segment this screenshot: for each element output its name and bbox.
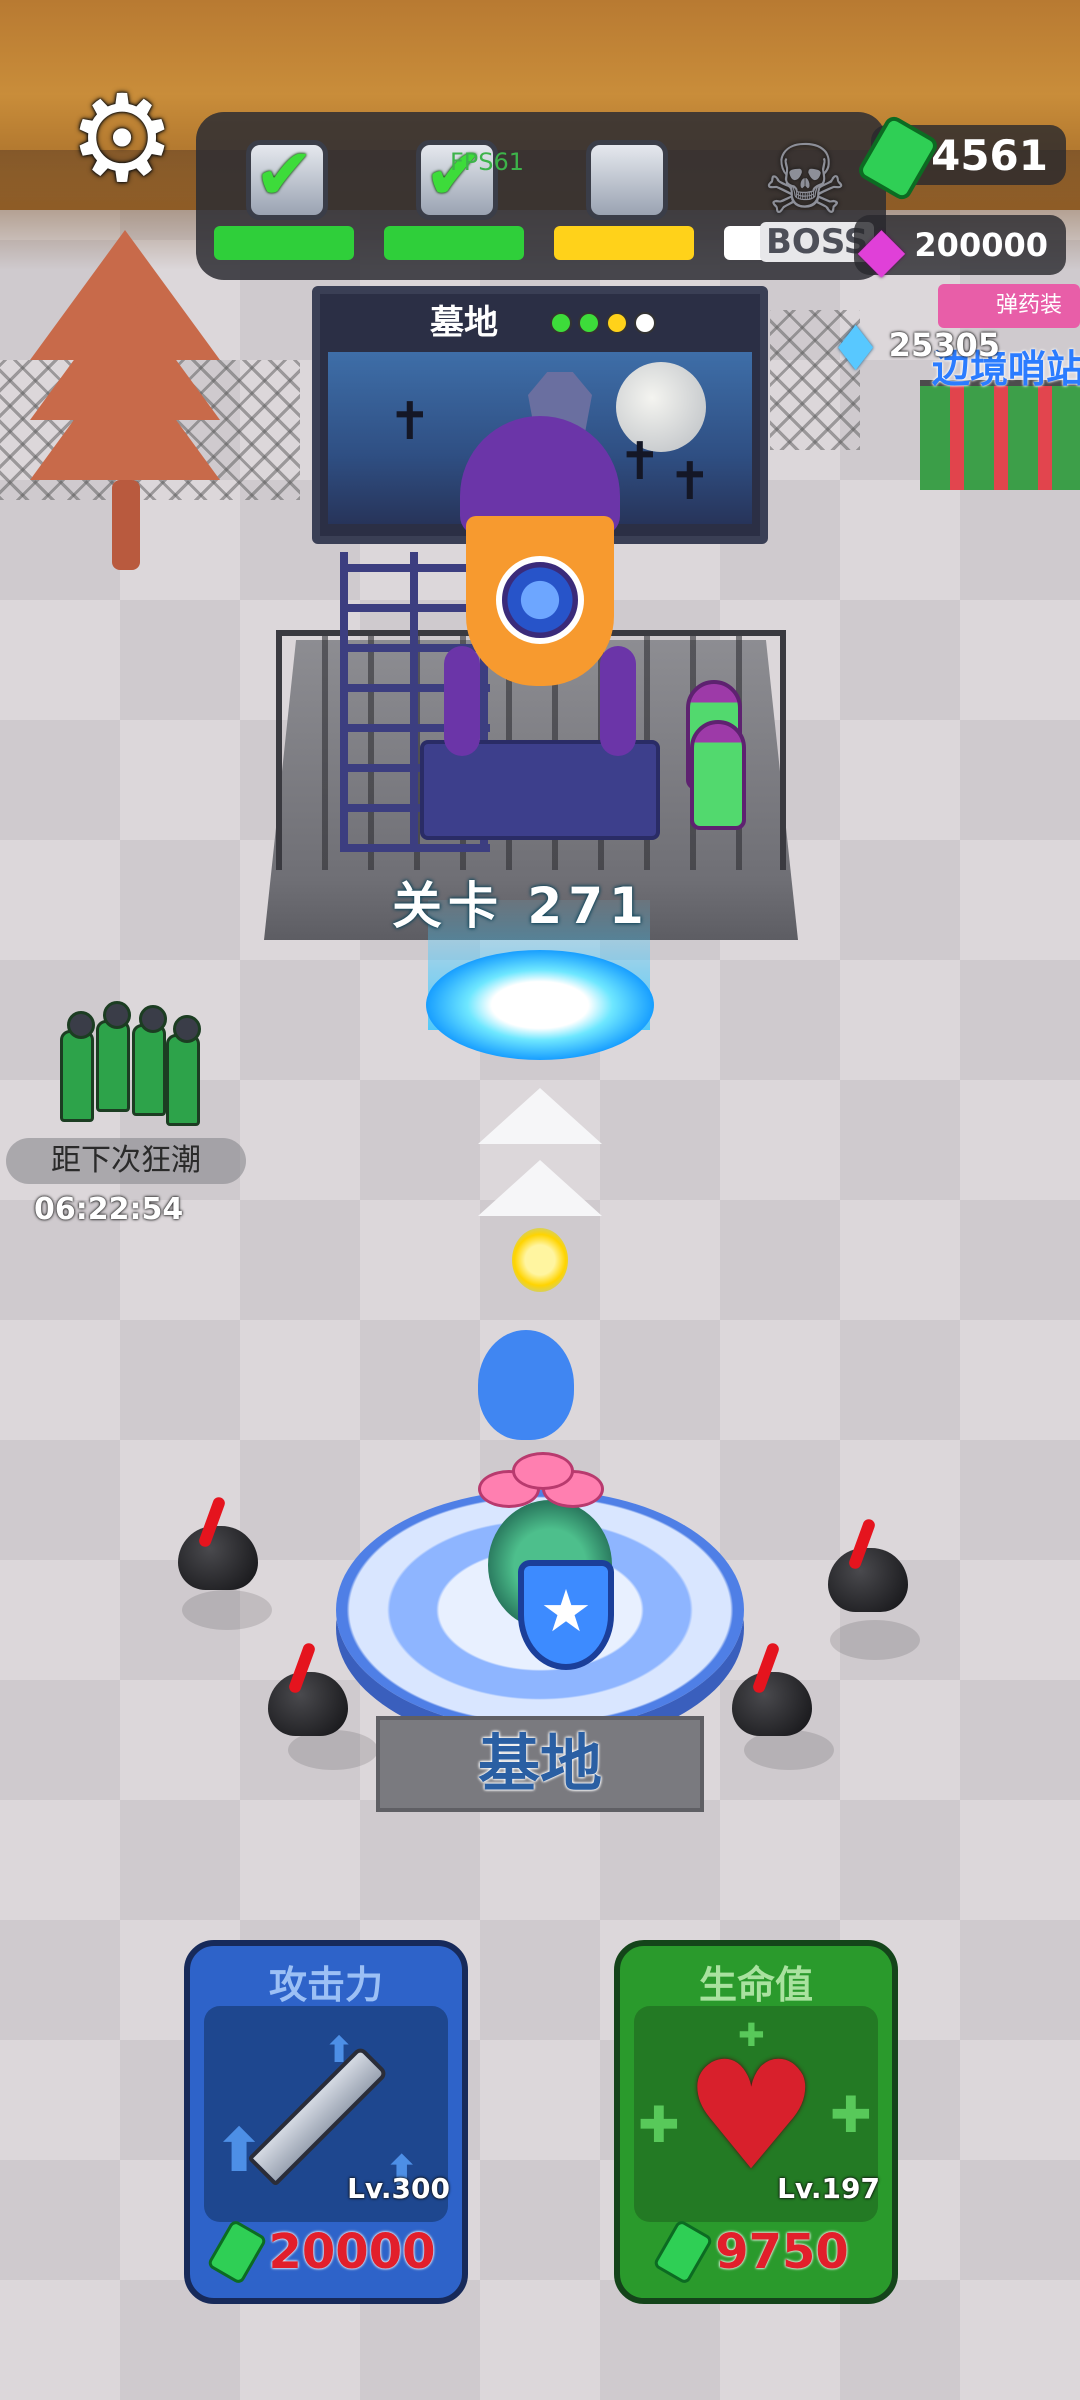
cash-icon (205, 2218, 268, 2286)
shield-icon: ★ (518, 1560, 614, 1670)
cash-counter: 4561 (855, 113, 1066, 203)
cross-icon: ✝ (388, 392, 432, 452)
gem-value: 200000 (914, 226, 1048, 264)
turret-shadow (182, 1590, 272, 1630)
crystal-value: 25305 (888, 326, 1000, 364)
blue-flame (478, 1330, 574, 1440)
turret-shadow (830, 1620, 920, 1660)
turret[interactable] (268, 1672, 348, 1736)
tree (30, 230, 220, 570)
path-arrow-icon (478, 1088, 602, 1144)
rocket-fin (600, 646, 636, 756)
cross-icon: ✝ (618, 432, 662, 492)
health-upgrade-card[interactable]: 生命值 ✚ ✚ ✚ ♥ Lv.197 9750 (614, 1940, 898, 2304)
stage-slot-3 (554, 130, 694, 260)
zombie-wave-icon[interactable] (52, 984, 208, 1134)
turret[interactable] (828, 1548, 908, 1612)
stage-bar (554, 226, 694, 260)
turret-shadow (744, 1730, 834, 1770)
health-cost: 9750 (715, 2224, 849, 2280)
stage-slot-1: ✔ (214, 130, 354, 260)
attack-level: Lv.300 (347, 2172, 450, 2205)
attack-upgrade-card[interactable]: 攻击力 ⬆ ⬆ ⬆ Lv.300 20000 (184, 1940, 468, 2304)
stage-bar (214, 226, 354, 260)
chemical-tube (690, 720, 746, 830)
path-arrow-icon (478, 1160, 602, 1216)
base-label: 基地 (477, 1727, 602, 1800)
zombie (166, 1015, 201, 1126)
billboard-progress-dots (550, 312, 656, 334)
gear-icon[interactable]: ⚙ (62, 80, 182, 200)
zombie (96, 1001, 131, 1112)
zombie (60, 1011, 95, 1122)
crystal-icon: ♦ (827, 311, 884, 385)
game-scene: 墓地 ✝ ✝ ✝ 关卡 271 距下次狂潮 06:22:54 ★ 基地 攻击力 … (0, 0, 1080, 2400)
turret[interactable] (178, 1526, 258, 1590)
gem-counter: ◆ 200000 (854, 210, 1066, 285)
attack-cost: 20000 (268, 2224, 436, 2280)
cash-icon (652, 2218, 715, 2286)
plus-icon: ✚ (830, 2086, 872, 2144)
level-label: 关卡 271 (392, 877, 650, 935)
chest-icon (586, 140, 668, 220)
gem-icon: ◆ (857, 211, 906, 285)
sword-icon (247, 2045, 389, 2187)
energy-orb (512, 1228, 568, 1292)
attack-cost-row: 20000 (190, 2218, 462, 2286)
check-icon: ✔ (254, 132, 315, 216)
level-portal[interactable] (426, 950, 654, 1060)
stage-bar (384, 226, 524, 260)
cash-icon (855, 113, 941, 203)
plus-icon: ✚ (638, 2096, 680, 2154)
progress-dot (606, 312, 628, 334)
crystal-pill: ♦ 25305 (828, 312, 1018, 385)
cross-icon: ✝ (668, 452, 712, 512)
health-card-title: 生命值 (698, 1963, 813, 2007)
next-wave-label: 距下次狂潮 (6, 1138, 246, 1184)
progress-dot (578, 312, 600, 334)
fps-counter: FPS61 (450, 148, 525, 176)
billboard-title: 墓地 (430, 303, 498, 343)
cash-value: 4561 (931, 130, 1048, 180)
heart-icon: ♥ (684, 2030, 819, 2204)
turret-shadow (288, 1730, 378, 1770)
market-stall (920, 380, 1080, 490)
gem-pill: ◆ 200000 (854, 212, 1066, 285)
rocket-fin (444, 646, 480, 756)
flower-icon (478, 1452, 608, 1522)
attack-card-title: 攻击力 (268, 1963, 383, 2007)
health-cost-row: 9750 (620, 2218, 892, 2286)
health-level: Lv.197 (777, 2172, 880, 2205)
progress-dot (550, 312, 572, 334)
next-wave-timer: 06:22:54 (34, 1192, 184, 1227)
zombie (132, 1005, 167, 1116)
rocket[interactable] (444, 416, 636, 756)
turret[interactable] (732, 1672, 812, 1736)
progress-dot (634, 312, 656, 334)
rocket-window (496, 556, 584, 644)
cash-pill: 4561 (855, 113, 1066, 203)
crystal-counter: ♦ 25305 (828, 310, 1018, 385)
